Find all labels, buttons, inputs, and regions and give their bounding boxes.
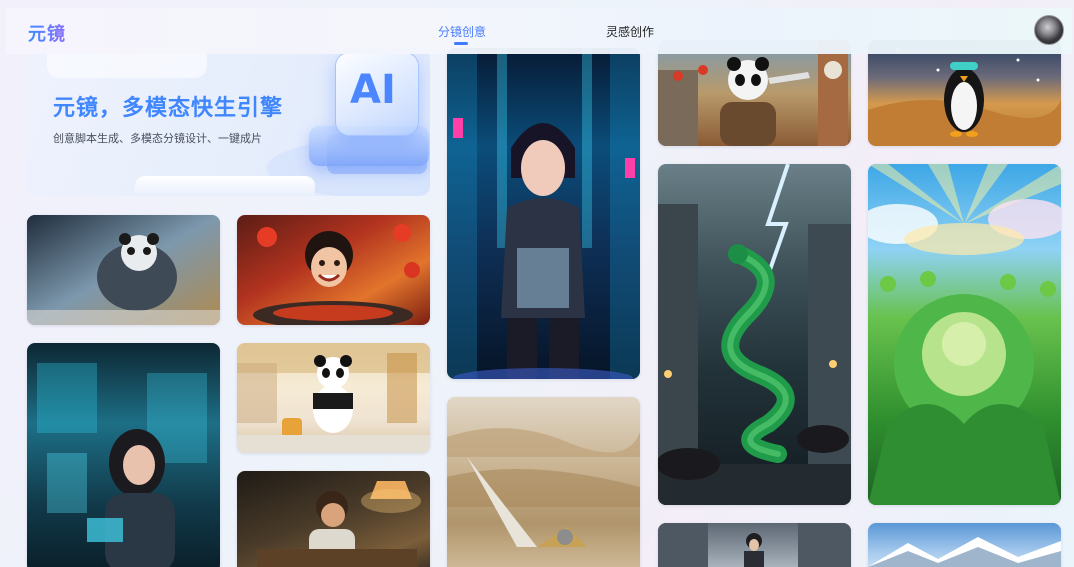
- user-avatar[interactable]: [1034, 15, 1064, 45]
- tab-label: 分镜创意: [438, 25, 487, 39]
- image-icon: [237, 343, 430, 453]
- app-logo[interactable]: 元镜: [28, 20, 66, 46]
- banner-subtitle: 创意脚本生成、多模态分镜设计、一键成片: [53, 132, 262, 145]
- gallery-card-mech-panda[interactable]: [27, 215, 220, 325]
- gallery-card-penguin-desert[interactable]: [868, 40, 1061, 146]
- gallery-card-snowy-mountains[interactable]: [868, 523, 1061, 567]
- image-icon: [868, 48, 1061, 146]
- image-icon: [37, 363, 207, 567]
- gallery-card-panda-airport[interactable]: [237, 343, 430, 453]
- gallery-card-cyber-girl-lab[interactable]: [27, 343, 220, 567]
- image-icon: [257, 481, 421, 567]
- gallery-card-cyberpunk-girl[interactable]: [447, 48, 640, 379]
- image-icon: [447, 48, 640, 379]
- top-nav-bar: 元镜 分镜创意 灵感创作: [6, 8, 1072, 54]
- tab-label: 灵感创作: [606, 25, 655, 39]
- banner-chip-decoration: [135, 176, 315, 196]
- gallery-card-panda-sailor[interactable]: [658, 40, 851, 146]
- ai-badge-text: AI: [350, 67, 396, 113]
- app-frame: 元镜 分镜创意 灵感创作 AI 元镜，多模态快生引擎 创意脚本生成、多模态分镜设…: [0, 0, 1074, 567]
- gallery-card-green-dragon[interactable]: [658, 164, 851, 505]
- gallery-card-man-snow-street[interactable]: [658, 523, 851, 567]
- image-icon: [658, 40, 848, 146]
- tab-storyboard-creative[interactable]: 分镜创意: [438, 23, 487, 45]
- gallery-card-desert-eagle[interactable]: [447, 397, 640, 567]
- image-icon: [658, 523, 851, 567]
- promo-banner[interactable]: AI 元镜，多模态快生引擎 创意脚本生成、多模态分镜设计、一键成片: [27, 48, 430, 196]
- image-icon: [253, 224, 420, 325]
- ai-badge: AI: [335, 52, 419, 136]
- gallery-card-boy-desk[interactable]: [237, 471, 430, 567]
- image-icon: [658, 164, 851, 505]
- gallery-card-giant-cabbage[interactable]: [868, 164, 1061, 505]
- image-icon: [868, 164, 1061, 505]
- banner-title: 元镜，多模态快生引擎: [53, 96, 284, 121]
- active-tab-indicator: [454, 42, 468, 45]
- gallery-card-girl-noodles[interactable]: [237, 215, 430, 325]
- tab-inspiration-creation[interactable]: 灵感创作: [606, 23, 654, 40]
- image-icon: [27, 215, 220, 325]
- image-icon: [447, 428, 640, 547]
- image-icon: [868, 537, 1061, 567]
